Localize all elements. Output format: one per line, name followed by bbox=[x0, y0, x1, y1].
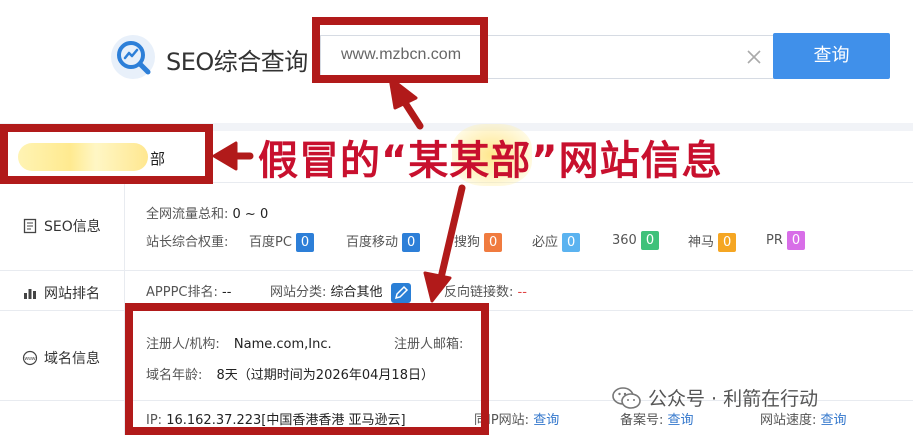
category-label: 网站分类: bbox=[270, 285, 327, 300]
speed-line: 网站速度: 查询 bbox=[760, 409, 847, 428]
www-globe-icon: www bbox=[22, 350, 38, 366]
category-line: 网站分类: 综合其他 bbox=[270, 281, 411, 303]
category-value: 综合其他 bbox=[330, 285, 383, 300]
weight-badge: 0 bbox=[484, 233, 503, 252]
engine-bing[interactable]: 必应 0 bbox=[532, 231, 581, 252]
search-button[interactable]: 查询 bbox=[773, 33, 890, 79]
row-divider bbox=[0, 270, 913, 271]
annotation-title: 假冒的“某某部”网站信息 bbox=[258, 128, 723, 186]
same-ip-link[interactable]: 查询 bbox=[533, 413, 559, 428]
engine-name: 搜狗 bbox=[454, 235, 481, 250]
engine-baidu-pc[interactable]: 百度PC 0 bbox=[249, 231, 315, 252]
engine-name: 必应 bbox=[532, 235, 559, 250]
weight-badge: 0 bbox=[640, 231, 660, 250]
clear-icon[interactable] bbox=[745, 48, 763, 66]
weight-badge: 0 bbox=[295, 233, 315, 252]
ranking-label: 网站排名 bbox=[22, 283, 100, 303]
seo-info-text: SEO信息 bbox=[44, 219, 101, 235]
edit-icon[interactable] bbox=[390, 282, 411, 303]
annotation-part: 假冒的“ bbox=[258, 138, 409, 184]
weight-badge: 0 bbox=[402, 233, 421, 252]
backlinks-label: 反向链接数: bbox=[444, 285, 514, 300]
backlinks-line: 反向链接数: -- bbox=[444, 281, 527, 300]
watermark: 公众号 · 利箭在行动 bbox=[612, 384, 818, 411]
weight-badge: 0 bbox=[718, 233, 737, 252]
highlight-box-domain bbox=[125, 303, 489, 435]
backlinks-value: -- bbox=[517, 285, 527, 300]
apppc-line: APPPC排名: -- bbox=[146, 281, 231, 300]
engine-name: PR bbox=[766, 233, 783, 248]
icp-label: 备案号: bbox=[620, 413, 664, 428]
speed-link[interactable]: 查询 bbox=[821, 413, 847, 428]
apppc-label: APPPC排名: bbox=[146, 285, 218, 300]
highlight-box-url bbox=[312, 17, 488, 83]
domain-text: 域名信息 bbox=[44, 351, 100, 367]
engine-pr[interactable]: PR 0 bbox=[766, 231, 806, 250]
traffic-value: 0 ~ 0 bbox=[232, 207, 269, 222]
weight-badge: 0 bbox=[562, 233, 581, 252]
weight-badge: 0 bbox=[786, 231, 806, 250]
engine-name: 百度PC bbox=[249, 235, 292, 250]
ranking-text: 网站排名 bbox=[44, 286, 100, 302]
apppc-value: -- bbox=[222, 285, 232, 300]
watermark-text: 公众号 · 利箭在行动 bbox=[648, 388, 819, 410]
traffic-label: 全网流量总和: bbox=[146, 207, 229, 222]
engine-name: 百度移动 bbox=[346, 235, 399, 250]
traffic-line: 全网流量总和: 0 ~ 0 bbox=[146, 203, 268, 222]
engine-sogou[interactable]: 搜狗 0 bbox=[454, 231, 503, 252]
svg-text:www: www bbox=[25, 356, 36, 362]
weight-label: 站长综合权重: bbox=[146, 235, 229, 250]
seo-info-label: SEO信息 bbox=[22, 216, 101, 236]
engine-name: 360 bbox=[612, 233, 637, 248]
logo-icon bbox=[111, 35, 155, 79]
weight-line: 站长综合权重: bbox=[146, 231, 228, 250]
annotation-part: ”网站信息 bbox=[531, 138, 723, 184]
bar-chart-icon bbox=[24, 289, 36, 299]
speed-label: 网站速度: bbox=[760, 413, 817, 428]
arrow-to-site-name-icon bbox=[212, 141, 254, 171]
document-icon bbox=[23, 218, 37, 234]
logo-title: SEO综合查询 bbox=[166, 48, 308, 76]
engine-360[interactable]: 360 0 bbox=[612, 231, 660, 250]
highlight-box-site-name bbox=[0, 124, 213, 184]
wechat-icon bbox=[612, 386, 641, 409]
icp-line: 备案号: 查询 bbox=[620, 409, 694, 428]
engine-baidu-mobile[interactable]: 百度移动 0 bbox=[346, 231, 421, 252]
annotation-part: 某某部 bbox=[408, 138, 532, 184]
icp-link[interactable]: 查询 bbox=[668, 413, 694, 428]
arrow-to-url-icon bbox=[388, 76, 424, 130]
engine-shenma[interactable]: 神马 0 bbox=[688, 231, 737, 252]
engine-name: 神马 bbox=[688, 235, 715, 250]
domain-label: www 域名信息 bbox=[22, 348, 100, 368]
